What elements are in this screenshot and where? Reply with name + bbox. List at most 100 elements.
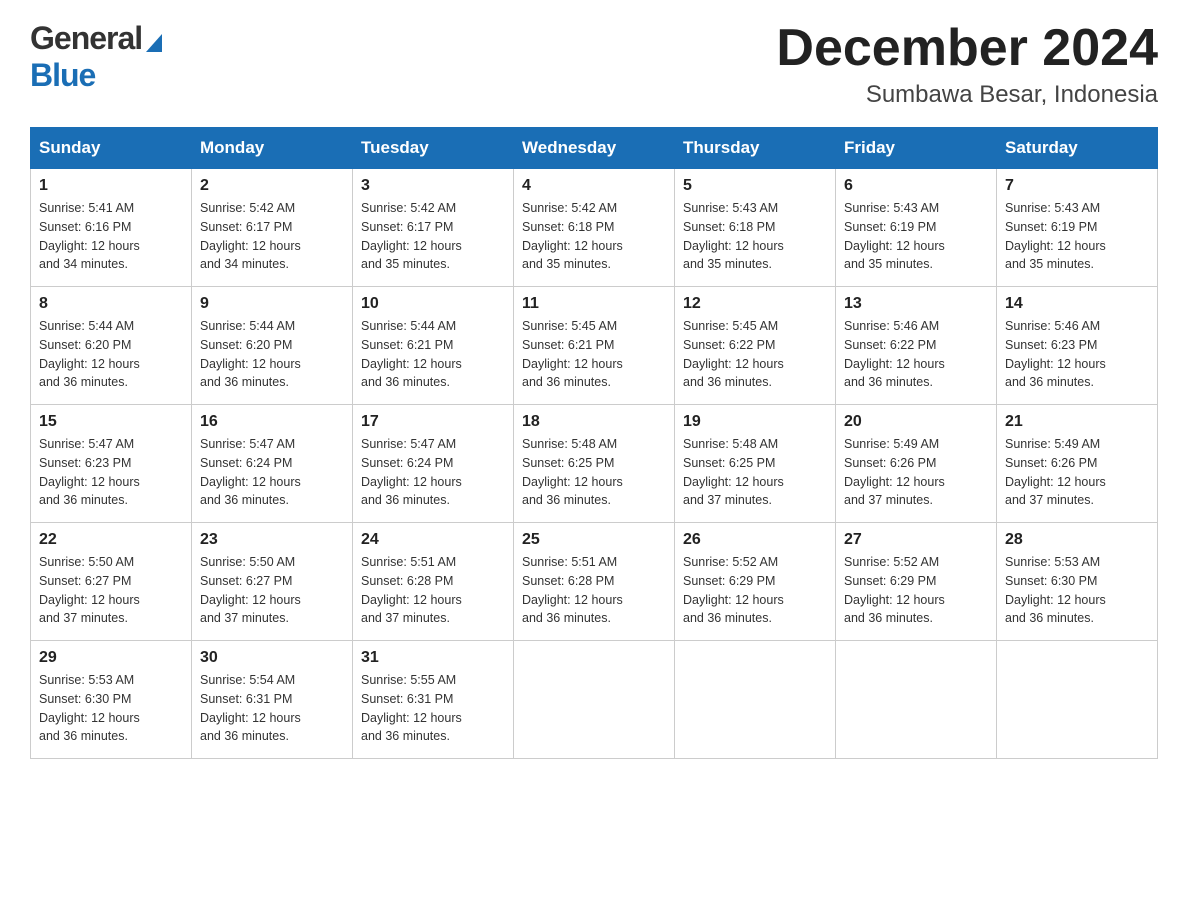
day-number: 6 [844,177,988,195]
day-info: Sunrise: 5:47 AMSunset: 6:24 PMDaylight:… [200,437,301,507]
day-info: Sunrise: 5:41 AMSunset: 6:16 PMDaylight:… [39,201,140,271]
day-info: Sunrise: 5:53 AMSunset: 6:30 PMDaylight:… [1005,555,1106,625]
week-row-2: 8 Sunrise: 5:44 AMSunset: 6:20 PMDayligh… [31,287,1158,405]
calendar-cell [514,641,675,759]
day-info: Sunrise: 5:42 AMSunset: 6:17 PMDaylight:… [361,201,462,271]
calendar-cell: 6 Sunrise: 5:43 AMSunset: 6:19 PMDayligh… [836,169,997,287]
week-row-5: 29 Sunrise: 5:53 AMSunset: 6:30 PMDaylig… [31,641,1158,759]
weekday-header-row: Sunday Monday Tuesday Wednesday Thursday… [31,128,1158,169]
day-number: 21 [1005,413,1149,431]
day-number: 31 [361,649,505,667]
day-info: Sunrise: 5:43 AMSunset: 6:18 PMDaylight:… [683,201,784,271]
calendar-table: Sunday Monday Tuesday Wednesday Thursday… [30,127,1158,759]
calendar-cell: 26 Sunrise: 5:52 AMSunset: 6:29 PMDaylig… [675,523,836,641]
day-number: 7 [1005,177,1149,195]
calendar-cell: 11 Sunrise: 5:45 AMSunset: 6:21 PMDaylig… [514,287,675,405]
header-monday: Monday [192,128,353,169]
calendar-cell: 3 Sunrise: 5:42 AMSunset: 6:17 PMDayligh… [353,169,514,287]
day-number: 13 [844,295,988,313]
title-area: December 2024 Sumbawa Besar, Indonesia [776,20,1158,109]
day-number: 25 [522,531,666,549]
day-info: Sunrise: 5:48 AMSunset: 6:25 PMDaylight:… [522,437,623,507]
day-info: Sunrise: 5:44 AMSunset: 6:20 PMDaylight:… [200,319,301,389]
header-thursday: Thursday [675,128,836,169]
day-info: Sunrise: 5:46 AMSunset: 6:22 PMDaylight:… [844,319,945,389]
calendar-cell: 20 Sunrise: 5:49 AMSunset: 6:26 PMDaylig… [836,405,997,523]
day-info: Sunrise: 5:43 AMSunset: 6:19 PMDaylight:… [1005,201,1106,271]
calendar-cell: 28 Sunrise: 5:53 AMSunset: 6:30 PMDaylig… [997,523,1158,641]
calendar-cell: 13 Sunrise: 5:46 AMSunset: 6:22 PMDaylig… [836,287,997,405]
day-number: 23 [200,531,344,549]
day-number: 16 [200,413,344,431]
day-number: 19 [683,413,827,431]
day-number: 11 [522,295,666,313]
logo-triangle-icon [144,30,164,52]
header-saturday: Saturday [997,128,1158,169]
header-sunday: Sunday [31,128,192,169]
day-number: 20 [844,413,988,431]
day-number: 26 [683,531,827,549]
calendar-cell: 19 Sunrise: 5:48 AMSunset: 6:25 PMDaylig… [675,405,836,523]
day-number: 29 [39,649,183,667]
calendar-cell: 31 Sunrise: 5:55 AMSunset: 6:31 PMDaylig… [353,641,514,759]
calendar-cell: 16 Sunrise: 5:47 AMSunset: 6:24 PMDaylig… [192,405,353,523]
day-number: 8 [39,295,183,313]
day-info: Sunrise: 5:47 AMSunset: 6:24 PMDaylight:… [361,437,462,507]
day-number: 4 [522,177,666,195]
calendar-cell: 30 Sunrise: 5:54 AMSunset: 6:31 PMDaylig… [192,641,353,759]
day-number: 24 [361,531,505,549]
calendar-cell: 10 Sunrise: 5:44 AMSunset: 6:21 PMDaylig… [353,287,514,405]
day-info: Sunrise: 5:49 AMSunset: 6:26 PMDaylight:… [844,437,945,507]
calendar-cell: 1 Sunrise: 5:41 AMSunset: 6:16 PMDayligh… [31,169,192,287]
week-row-1: 1 Sunrise: 5:41 AMSunset: 6:16 PMDayligh… [31,169,1158,287]
day-info: Sunrise: 5:51 AMSunset: 6:28 PMDaylight:… [522,555,623,625]
day-number: 10 [361,295,505,313]
calendar-cell: 5 Sunrise: 5:43 AMSunset: 6:18 PMDayligh… [675,169,836,287]
day-info: Sunrise: 5:54 AMSunset: 6:31 PMDaylight:… [200,673,301,743]
day-number: 28 [1005,531,1149,549]
day-info: Sunrise: 5:48 AMSunset: 6:25 PMDaylight:… [683,437,784,507]
day-number: 27 [844,531,988,549]
calendar-cell [675,641,836,759]
day-info: Sunrise: 5:50 AMSunset: 6:27 PMDaylight:… [200,555,301,625]
day-info: Sunrise: 5:45 AMSunset: 6:21 PMDaylight:… [522,319,623,389]
week-row-3: 15 Sunrise: 5:47 AMSunset: 6:23 PMDaylig… [31,405,1158,523]
day-info: Sunrise: 5:51 AMSunset: 6:28 PMDaylight:… [361,555,462,625]
day-number: 3 [361,177,505,195]
logo-blue: Blue [30,57,95,93]
logo-general: General [30,20,142,57]
day-info: Sunrise: 5:44 AMSunset: 6:21 PMDaylight:… [361,319,462,389]
header-wednesday: Wednesday [514,128,675,169]
day-number: 2 [200,177,344,195]
calendar-cell: 21 Sunrise: 5:49 AMSunset: 6:26 PMDaylig… [997,405,1158,523]
calendar-cell [836,641,997,759]
calendar-cell: 17 Sunrise: 5:47 AMSunset: 6:24 PMDaylig… [353,405,514,523]
day-info: Sunrise: 5:49 AMSunset: 6:26 PMDaylight:… [1005,437,1106,507]
calendar-cell: 23 Sunrise: 5:50 AMSunset: 6:27 PMDaylig… [192,523,353,641]
day-info: Sunrise: 5:52 AMSunset: 6:29 PMDaylight:… [683,555,784,625]
day-info: Sunrise: 5:42 AMSunset: 6:18 PMDaylight:… [522,201,623,271]
calendar-cell: 9 Sunrise: 5:44 AMSunset: 6:20 PMDayligh… [192,287,353,405]
day-number: 17 [361,413,505,431]
day-number: 18 [522,413,666,431]
day-number: 5 [683,177,827,195]
calendar-cell: 14 Sunrise: 5:46 AMSunset: 6:23 PMDaylig… [997,287,1158,405]
calendar-cell: 2 Sunrise: 5:42 AMSunset: 6:17 PMDayligh… [192,169,353,287]
day-number: 12 [683,295,827,313]
day-info: Sunrise: 5:53 AMSunset: 6:30 PMDaylight:… [39,673,140,743]
calendar-cell: 12 Sunrise: 5:45 AMSunset: 6:22 PMDaylig… [675,287,836,405]
day-number: 22 [39,531,183,549]
calendar-cell: 18 Sunrise: 5:48 AMSunset: 6:25 PMDaylig… [514,405,675,523]
day-info: Sunrise: 5:43 AMSunset: 6:19 PMDaylight:… [844,201,945,271]
calendar-cell: 7 Sunrise: 5:43 AMSunset: 6:19 PMDayligh… [997,169,1158,287]
header: General Blue December 2024 Sumbawa Besar… [30,20,1158,109]
day-number: 14 [1005,295,1149,313]
header-friday: Friday [836,128,997,169]
day-number: 1 [39,177,183,195]
day-info: Sunrise: 5:42 AMSunset: 6:17 PMDaylight:… [200,201,301,271]
location-title: Sumbawa Besar, Indonesia [776,81,1158,109]
day-info: Sunrise: 5:45 AMSunset: 6:22 PMDaylight:… [683,319,784,389]
calendar-cell: 15 Sunrise: 5:47 AMSunset: 6:23 PMDaylig… [31,405,192,523]
day-number: 30 [200,649,344,667]
day-info: Sunrise: 5:46 AMSunset: 6:23 PMDaylight:… [1005,319,1106,389]
